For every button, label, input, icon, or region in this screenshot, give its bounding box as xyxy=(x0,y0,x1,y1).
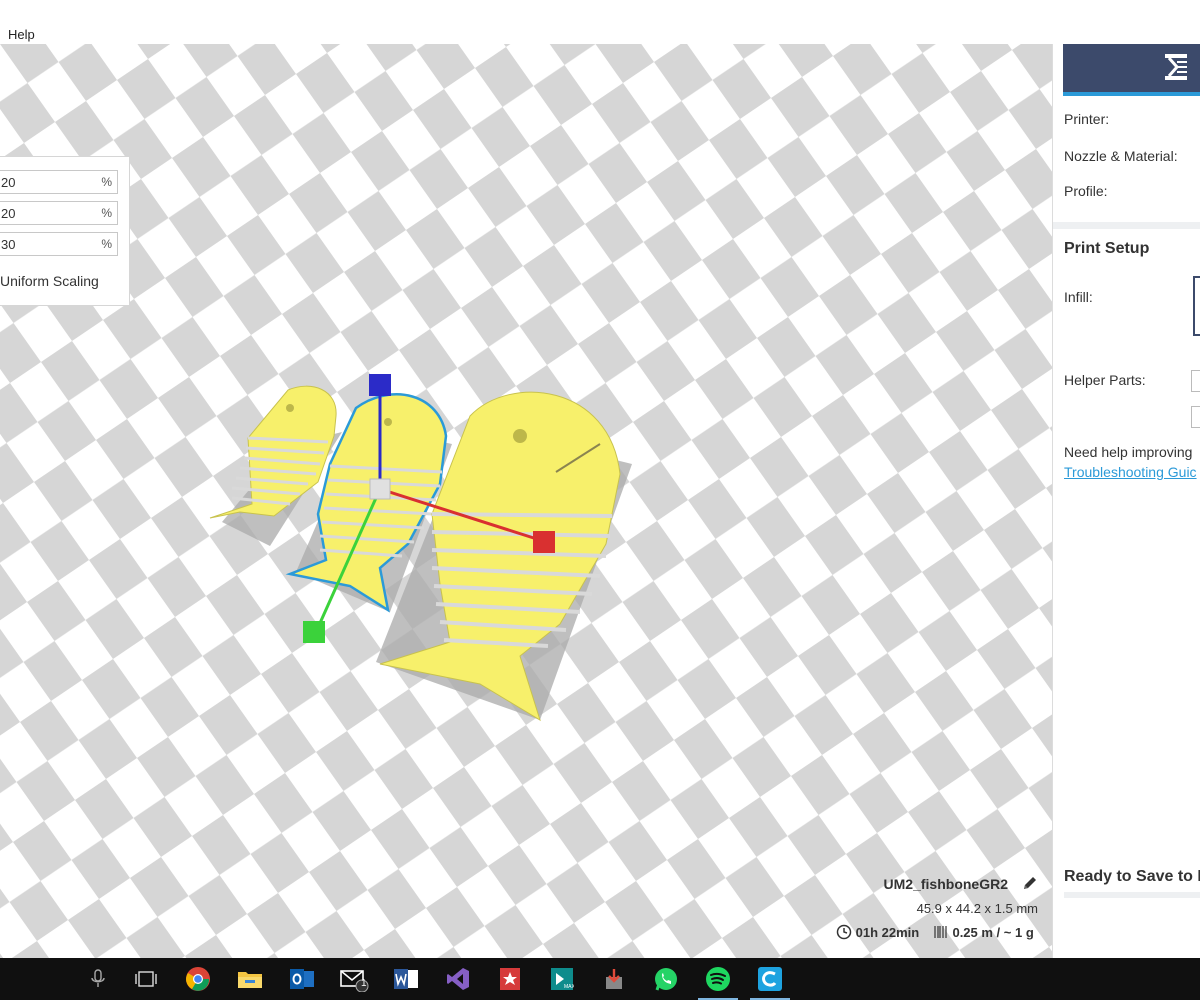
print-time: 01h 22min xyxy=(855,925,920,940)
scale-tool-panel: 20 % 20 % 30 % Uniform Scaling xyxy=(0,156,130,306)
printer-label: Printer: xyxy=(1064,111,1110,127)
y-axis-handle[interactable] xyxy=(303,621,325,643)
word-icon[interactable] xyxy=(382,958,430,1000)
whatsapp-icon[interactable] xyxy=(642,958,690,1000)
job-name: UM2_fishboneGR2 xyxy=(883,876,1008,892)
svg-text:MAX: MAX xyxy=(564,984,574,990)
clock-icon xyxy=(836,924,852,940)
edit-pencil-icon[interactable] xyxy=(1021,874,1039,892)
mail-badge: 1 xyxy=(361,978,367,989)
visual-studio-icon[interactable] xyxy=(434,958,482,1000)
print-estimate: 01h 22min 0.25 m / ~ 1 g xyxy=(836,924,1034,942)
progress-bar xyxy=(1064,892,1200,898)
help-text: Need help improving xyxy=(1064,444,1193,460)
3dsmax-icon[interactable]: MAX xyxy=(538,958,586,1000)
scale-z-input[interactable]: 30 % xyxy=(0,232,118,256)
scale-x-value: 20 xyxy=(1,175,16,190)
microphone-icon[interactable] xyxy=(74,958,122,1000)
header-bar xyxy=(1063,44,1200,96)
helper-parts-label: Helper Parts: xyxy=(1064,372,1146,388)
adhesion-dropdown[interactable] xyxy=(1191,406,1200,428)
z-axis-handle[interactable] xyxy=(369,374,391,396)
mail-icon[interactable]: 1 xyxy=(330,958,378,1000)
scale-y-input[interactable]: 20 % xyxy=(0,201,118,225)
scale-z-value: 30 xyxy=(1,237,16,252)
print-setup-title: Print Setup xyxy=(1064,240,1150,257)
uniform-scaling-checkbox-label[interactable]: Uniform Scaling xyxy=(0,273,99,289)
support-dropdown[interactable] xyxy=(1191,370,1200,392)
menu-help[interactable]: Help xyxy=(8,27,35,42)
scale-x-input[interactable]: 20 % xyxy=(0,170,118,194)
gizmo-center-handle[interactable] xyxy=(369,478,391,500)
scale-y-value: 20 xyxy=(1,206,16,221)
model-dimensions: 45.9 x 44.2 x 1.5 mm xyxy=(916,901,1038,916)
material-usage: 0.25 m / ~ 1 g xyxy=(952,925,1034,940)
cura-icon[interactable] xyxy=(746,958,794,1000)
installer-icon[interactable] xyxy=(590,958,638,1000)
ready-status: Ready to Save to I xyxy=(1064,868,1200,885)
infill-option[interactable] xyxy=(1193,276,1200,336)
x-axis-handle[interactable] xyxy=(533,531,555,553)
chrome-icon[interactable] xyxy=(174,958,222,1000)
wunderlist-icon[interactable] xyxy=(486,958,534,1000)
outlook-icon[interactable] xyxy=(278,958,326,1000)
scale-z-unit: % xyxy=(101,237,112,251)
task-view-icon[interactable] xyxy=(122,958,170,1000)
section-divider xyxy=(1053,222,1200,229)
troubleshooting-link[interactable]: Troubleshooting Guic xyxy=(1064,464,1197,480)
cura-logo-icon xyxy=(1165,54,1187,80)
menu-bar: Help xyxy=(0,0,1200,44)
build-plate-scene xyxy=(0,44,1052,958)
nozzle-material-label: Nozzle & Material: xyxy=(1064,148,1178,164)
profile-label: Profile: xyxy=(1064,183,1108,199)
scale-y-unit: % xyxy=(101,206,112,220)
infill-label: Infill: xyxy=(1064,289,1093,305)
3d-viewport[interactable] xyxy=(0,44,1052,958)
spotify-icon[interactable] xyxy=(694,958,742,1000)
filament-icon xyxy=(934,926,947,938)
scale-x-unit: % xyxy=(101,175,112,189)
settings-sidebar: Printer: Nozzle & Material: Profile: Pri… xyxy=(1052,44,1200,958)
file-explorer-icon[interactable] xyxy=(226,958,274,1000)
taskbar: 1 MAX xyxy=(0,958,1200,1000)
